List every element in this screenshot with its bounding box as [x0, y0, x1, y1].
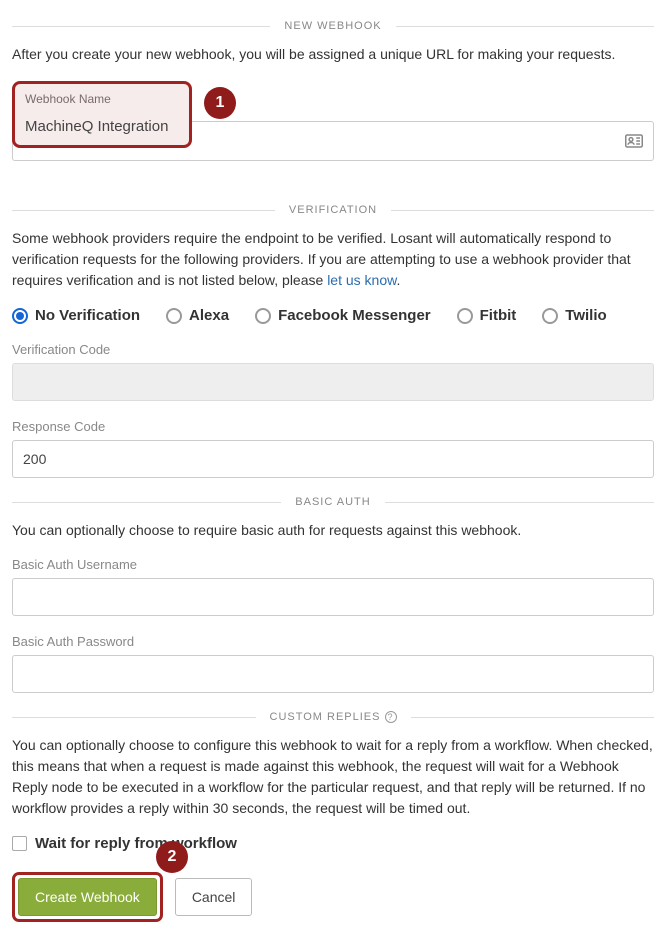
radio-fitbit[interactable]: Fitbit: [457, 307, 517, 324]
section-title-verification: VERIFICATION: [275, 204, 391, 216]
section-title-new-webhook: NEW WEBHOOK: [270, 20, 395, 32]
radio-icon: [255, 308, 271, 324]
response-code-label: Response Code: [12, 419, 654, 434]
section-divider-new-webhook: NEW WEBHOOK: [12, 20, 654, 32]
basic-auth-description: You can optionally choose to require bas…: [12, 520, 654, 541]
basic-auth-username-label: Basic Auth Username: [12, 557, 654, 572]
webhook-name-highlight: Webhook Name MachineQ Integration: [12, 81, 192, 148]
help-icon[interactable]: ?: [385, 711, 397, 723]
basic-auth-password-field: Basic Auth Password: [12, 634, 654, 693]
cancel-button[interactable]: Cancel: [175, 878, 253, 916]
callout-badge-2: 2: [156, 841, 188, 873]
callout-badge-1: 1: [204, 87, 236, 119]
verification-code-label: Verification Code: [12, 342, 654, 357]
radio-facebook-messenger[interactable]: Facebook Messenger: [255, 307, 431, 324]
webhook-name-row: Webhook Name MachineQ Integration 1: [12, 81, 654, 148]
section-title-custom-replies: CUSTOM REPLIES ?: [256, 711, 411, 723]
form-buttons: Create Webhook Cancel: [12, 872, 654, 922]
verification-code-field: Verification Code: [12, 342, 654, 401]
basic-auth-username-field: Basic Auth Username: [12, 557, 654, 616]
checkbox-icon: [12, 836, 27, 851]
section-divider-verification: VERIFICATION: [12, 204, 654, 216]
section-title-basic-auth: BASIC AUTH: [281, 496, 384, 508]
create-webhook-button[interactable]: Create Webhook: [18, 878, 157, 916]
section-divider-custom-replies: CUSTOM REPLIES ?: [12, 711, 654, 723]
radio-icon: [166, 308, 182, 324]
radio-no-verification[interactable]: No Verification: [12, 307, 140, 324]
new-webhook-description: After you create your new webhook, you w…: [12, 44, 654, 65]
radio-alexa[interactable]: Alexa: [166, 307, 229, 324]
custom-replies-description: You can optionally choose to configure t…: [12, 735, 654, 819]
wait-for-reply-checkbox[interactable]: Wait for reply from workflow: [12, 835, 654, 852]
let-us-know-link[interactable]: let us know: [327, 272, 396, 288]
contact-card-icon: [625, 134, 643, 148]
basic-auth-username-input[interactable]: [12, 578, 654, 616]
webhook-name-label: Webhook Name: [25, 92, 179, 106]
response-code-input[interactable]: [12, 440, 654, 478]
create-button-highlight: Create Webhook: [12, 872, 163, 922]
verification-code-input[interactable]: [12, 363, 654, 401]
basic-auth-password-input[interactable]: [12, 655, 654, 693]
radio-icon: [542, 308, 558, 324]
verification-description: Some webhook providers require the endpo…: [12, 228, 654, 291]
webhook-name-input[interactable]: MachineQ Integration: [25, 112, 179, 135]
section-divider-basic-auth: BASIC AUTH: [12, 496, 654, 508]
radio-icon: [457, 308, 473, 324]
response-code-field: Response Code: [12, 419, 654, 478]
radio-icon: [12, 308, 28, 324]
basic-auth-password-label: Basic Auth Password: [12, 634, 654, 649]
verification-radio-group: No Verification Alexa Facebook Messenger…: [12, 307, 654, 324]
radio-twilio[interactable]: Twilio: [542, 307, 606, 324]
